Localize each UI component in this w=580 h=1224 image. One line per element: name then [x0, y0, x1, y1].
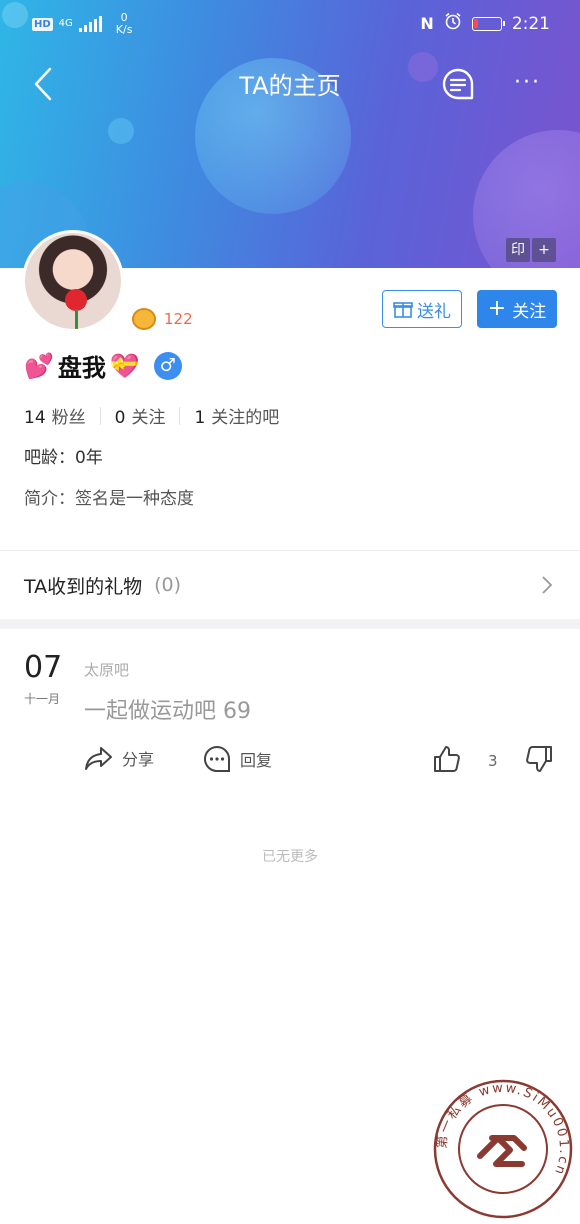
like-count: 3 — [488, 752, 498, 770]
hd-badge: HD — [32, 17, 53, 31]
plus-icon: + — [487, 296, 507, 321]
username: 盘我 — [57, 354, 106, 382]
follow-label: 关注 — [512, 301, 547, 322]
fans-label: 粉丝 — [51, 408, 86, 428]
share-icon — [85, 747, 112, 770]
page-title: TA的主页 — [239, 72, 341, 100]
gift-icon — [393, 302, 413, 318]
alarm-icon — [444, 12, 462, 35]
level-number: 122 — [164, 310, 193, 328]
chat-icon — [442, 68, 474, 100]
heart-gift-icon: 💝 — [109, 351, 140, 380]
username-row: 💕 盘我 💝 ♂ — [24, 348, 182, 383]
comment-icon — [204, 745, 230, 772]
follow-button[interactable]: + 关注 — [477, 290, 557, 328]
hearts-icon: 💕 — [24, 351, 54, 380]
profile-banner: HD 4G 0 K/s N 2:21 TA的主页 ··· 印 + — [0, 0, 580, 268]
followed-bars-stat[interactable]: 1 关注的吧 — [194, 403, 279, 428]
dislike-button[interactable] — [524, 744, 554, 774]
share-label: 分享 — [122, 750, 155, 769]
section-divider — [0, 619, 580, 629]
account-age: 吧龄：0年 — [24, 448, 103, 468]
network-type: 4G — [58, 18, 73, 29]
thumbs-up-icon — [434, 746, 460, 772]
send-gift-button[interactable]: 送礼 — [382, 290, 462, 328]
speed-unit: K/s — [115, 23, 133, 36]
decor-bubble — [108, 118, 134, 144]
clock-time: 2:21 — [511, 13, 550, 34]
level-badge[interactable]: 122 — [132, 308, 193, 330]
add-button[interactable]: + — [532, 238, 556, 262]
no-more-text: 已无更多 — [262, 849, 318, 865]
rose-decor — [65, 289, 87, 311]
share-button[interactable]: 分享 — [84, 744, 154, 772]
following-count: 0 — [114, 408, 126, 428]
bars-count: 1 — [194, 408, 206, 428]
following-stat[interactable]: 0 关注 — [115, 403, 166, 428]
reply-button[interactable]: 回复 — [202, 744, 272, 774]
stamp-button[interactable]: 印 — [506, 238, 530, 262]
chevron-right-icon — [542, 576, 553, 594]
bars-label: 关注的吧 — [211, 408, 280, 428]
post-actions: 分享 回复 3 — [84, 744, 560, 780]
received-gifts-row[interactable]: TA收到的礼物 (0) — [0, 551, 580, 619]
fans-count: 14 — [24, 408, 46, 428]
more-button[interactable]: ··· — [514, 68, 550, 98]
watermark-seal: 第一私募 www.SiMu001.cn — [433, 1079, 573, 1219]
following-label: 关注 — [131, 408, 166, 428]
male-icon: ♂ — [153, 351, 182, 380]
level-icon — [132, 308, 156, 330]
nfc-icon: N — [420, 14, 434, 33]
network-speed: 0 K/s — [116, 12, 133, 36]
bio: 简介：签名是一种态度 — [24, 489, 194, 509]
post-day: 07 — [24, 650, 63, 685]
message-button[interactable] — [440, 66, 476, 102]
signal-icon — [78, 16, 102, 32]
fans-stat[interactable]: 14 粉丝 — [24, 403, 86, 428]
post-forum[interactable]: 太原吧 — [84, 659, 129, 680]
post-month: 十一月 — [24, 692, 61, 706]
gifts-count: (0) — [154, 574, 182, 596]
post-title[interactable]: 一起做运动吧 69 — [84, 693, 251, 725]
like-button[interactable] — [432, 744, 462, 774]
gifts-label: TA收到的礼物 — [24, 575, 143, 598]
status-bar: HD 4G 0 K/s N 2:21 — [0, 0, 580, 48]
reply-label: 回复 — [240, 751, 273, 770]
send-gift-label: 送礼 — [417, 301, 451, 322]
thumbs-down-icon — [526, 746, 552, 772]
battery-icon — [471, 16, 505, 31]
stats-row: 14 粉丝 0 关注 1 关注的吧 — [24, 403, 279, 428]
avatar[interactable] — [22, 230, 124, 332]
